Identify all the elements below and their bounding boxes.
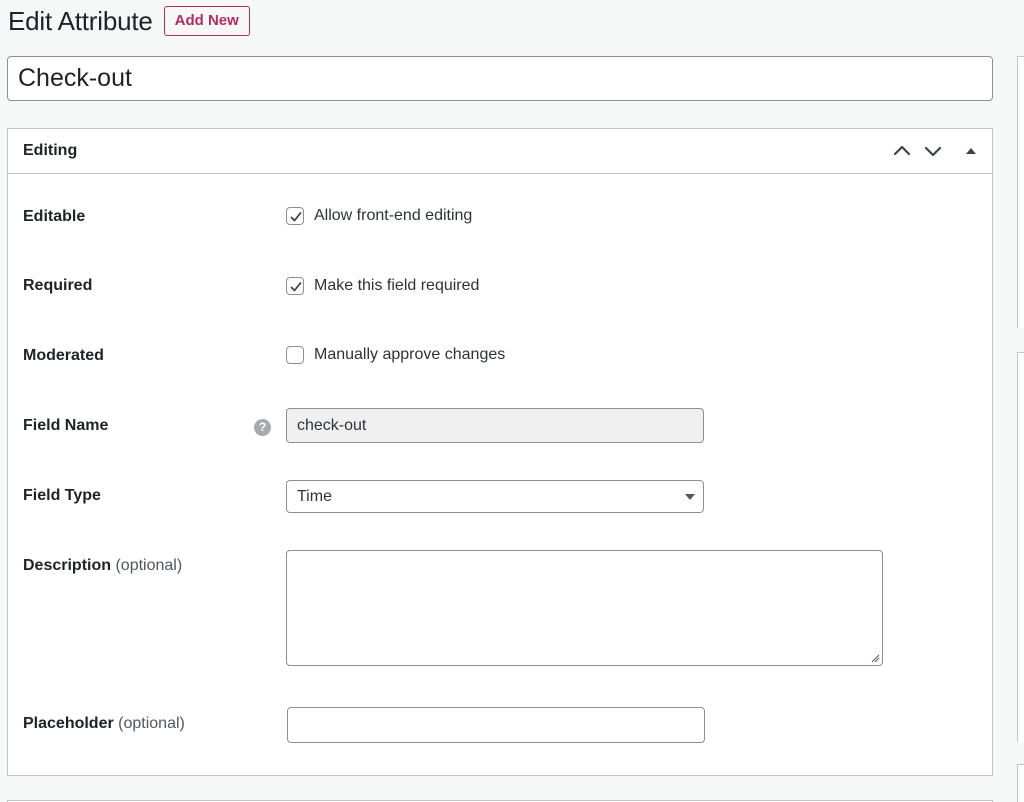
editing-panel: Editing Editable Allow front-end editing… [7,128,993,776]
checkmark-icon [290,212,302,222]
editable-checkbox-label: Allow front-end editing [314,207,473,224]
moderated-option[interactable]: Manually approve changes [286,346,505,364]
description-optional-text: (optional) [115,557,183,574]
editing-panel-header: Editing [8,129,992,174]
field-type-select[interactable]: Time [286,480,704,513]
field-name-input[interactable] [286,408,704,443]
title-row: Edit Attribute Add New [8,5,250,37]
editable-label: Editable [23,208,86,225]
moderated-label: Moderated [23,347,104,364]
chevron-up-icon [893,145,911,156]
sidebar-panel-edge [1017,764,1024,802]
field-type-selected-value: Time [297,488,332,505]
moderated-checkbox[interactable] [286,346,304,364]
toggle-panel-button[interactable] [959,139,983,163]
move-down-button[interactable] [921,139,945,163]
moderated-checkbox-label: Manually approve changes [314,346,506,363]
description-label: Description (optional) [23,557,182,575]
page-title: Edit Attribute [8,5,153,36]
placeholder-optional-text: (optional) [118,715,185,732]
required-label: Required [23,277,93,294]
placeholder-label: Placeholder (optional) [23,715,185,733]
edit-attribute-page: Edit Attribute Add New Editing [0,0,1024,802]
move-up-button[interactable] [890,139,914,163]
checkmark-icon [290,282,302,292]
chevron-down-icon [924,146,942,157]
add-new-button[interactable]: Add New [163,6,250,36]
placeholder-input[interactable] [287,707,705,743]
description-label-text: Description [23,557,112,574]
required-checkbox[interactable] [286,277,304,295]
resize-grip-icon[interactable] [870,653,880,663]
editable-checkbox[interactable] [286,207,304,225]
required-checkbox-label: Make this field required [314,277,480,294]
description-textarea[interactable] [286,550,883,666]
placeholder-label-text: Placeholder [23,715,114,732]
dropdown-arrow-icon [685,494,695,500]
question-mark-icon[interactable]: ? [254,419,271,436]
triangle-up-icon [966,148,976,154]
attribute-title-input[interactable] [7,56,993,101]
editable-option[interactable]: Allow front-end editing [286,207,472,225]
sidebar-panel-edge [1017,56,1024,328]
field-name-label: Field Name [23,417,109,434]
field-type-label: Field Type [23,487,101,504]
required-option[interactable]: Make this field required [286,277,479,295]
editing-panel-title: Editing [23,142,78,159]
sidebar-panel-edge [1017,352,1024,742]
